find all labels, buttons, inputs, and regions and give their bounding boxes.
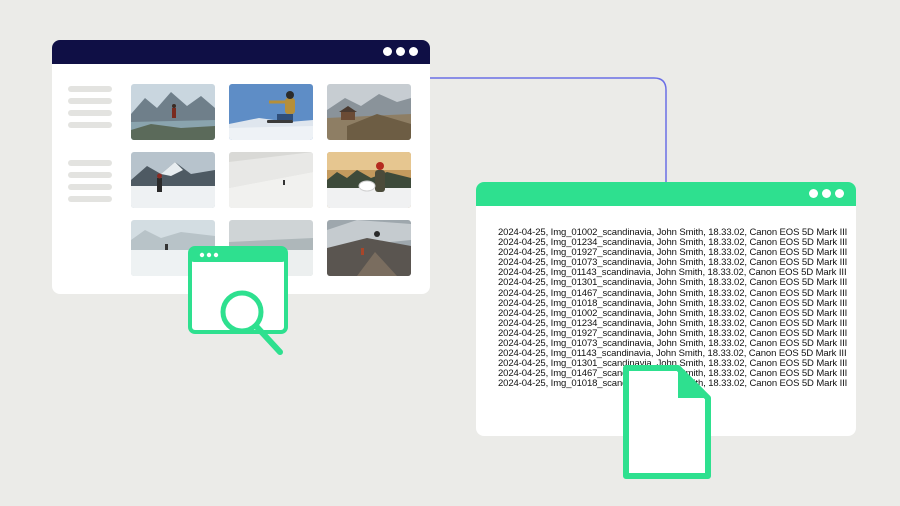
sidebar-item[interactable]: [68, 98, 112, 104]
window-dot[interactable]: [835, 189, 844, 198]
snowboarder-jump-photo[interactable]: [229, 84, 313, 140]
window-controls[interactable]: [809, 189, 844, 198]
sidebar-item[interactable]: [68, 196, 112, 202]
window-dot[interactable]: [409, 47, 418, 56]
sidebar-item[interactable]: [68, 110, 112, 116]
sidebar-item[interactable]: [68, 184, 112, 190]
snowboarder-forest-photo[interactable]: [327, 152, 411, 208]
window-controls[interactable]: [383, 47, 418, 56]
snowy-peak-hiker-photo[interactable]: [131, 152, 215, 208]
mountain-cabin-photo[interactable]: [327, 84, 411, 140]
lake-hiker-photo[interactable]: [131, 84, 215, 140]
window-dot[interactable]: [822, 189, 831, 198]
sidebar-item[interactable]: [68, 86, 112, 92]
snow-slope-skier-photo[interactable]: [229, 152, 313, 208]
gallery-titlebar: [52, 40, 430, 64]
sidebar-item[interactable]: [68, 172, 112, 178]
sidebar-item[interactable]: [68, 122, 112, 128]
document-file-icon: [622, 364, 712, 485]
cliff-climber-photo[interactable]: [327, 220, 411, 276]
window-with-magnifier-icon: [188, 246, 288, 363]
window-dot[interactable]: [396, 47, 405, 56]
window-dot[interactable]: [383, 47, 392, 56]
log-titlebar: [476, 182, 856, 206]
window-dot[interactable]: [809, 189, 818, 198]
sidebar-item[interactable]: [68, 160, 112, 166]
